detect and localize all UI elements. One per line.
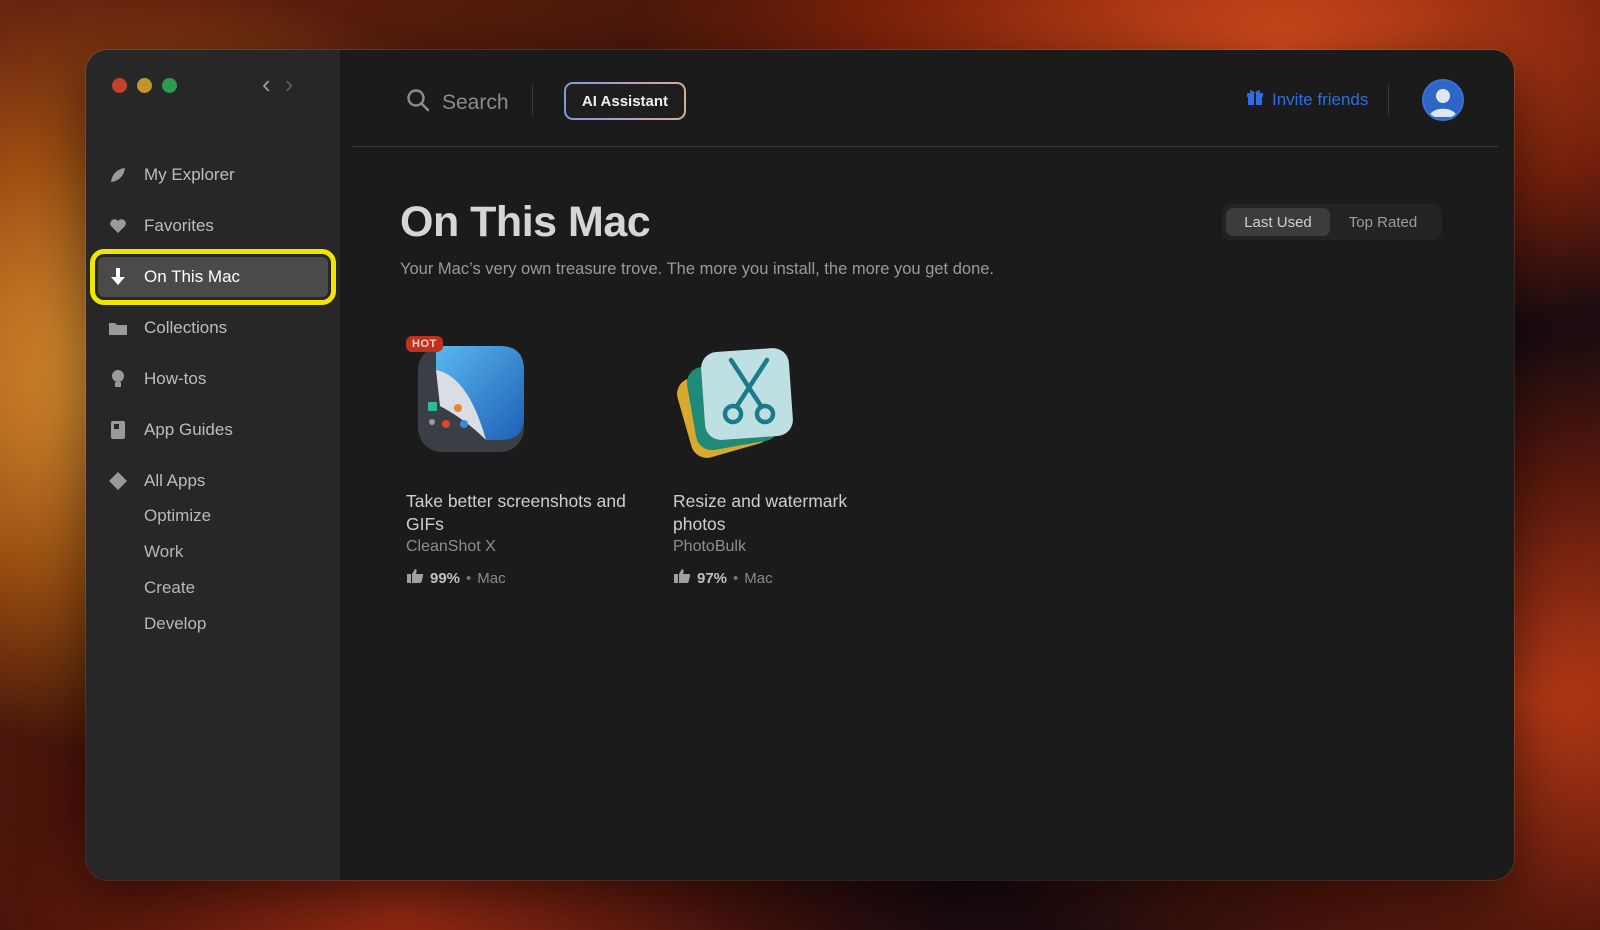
invite-friends-link[interactable]: Invite friends [1246, 88, 1368, 111]
app-card-title: Take better screenshots and GIFs [406, 491, 626, 534]
sidebar-item-all-apps[interactable]: All Apps [106, 461, 322, 501]
forward-arrow-icon[interactable]: › [285, 70, 294, 98]
ai-assistant-button[interactable]: AI Assistant [564, 82, 686, 120]
sort-segmented-control: Last Used Top Rated [1222, 204, 1442, 240]
gift-icon [1246, 88, 1264, 111]
app-card[interactable]: Resize and watermark photos PhotoBulk 97… [673, 336, 903, 587]
sidebar-item-label: My Explorer [144, 165, 235, 184]
app-card-platform: Mac [744, 569, 773, 587]
top-bar: Search AI Assistant Invite friends [352, 50, 1498, 147]
app-card-rating: 99% [430, 569, 461, 587]
app-card-name: PhotoBulk [673, 538, 746, 555]
app-card-bullet: • [733, 569, 739, 587]
app-card-meta: 97% • Mac [673, 568, 773, 588]
sidebar-item-label: How-tos [144, 369, 207, 388]
download-arrow-icon [106, 267, 130, 287]
divider [532, 85, 533, 115]
search-icon [406, 88, 430, 117]
close-window-button[interactable] [112, 78, 127, 93]
app-card-title: Resize and watermark photos [673, 491, 848, 534]
app-card-platform: Mac [477, 569, 506, 587]
sidebar-subitem-work[interactable]: Work [144, 542, 183, 562]
sidebar-subitem-create[interactable]: Create [144, 578, 195, 598]
sort-option-last-used[interactable]: Last Used [1226, 208, 1330, 236]
app-card-bullet: • [466, 569, 472, 587]
diamond-icon [106, 471, 130, 491]
sidebar-subitem-develop[interactable]: Develop [144, 614, 206, 634]
sidebar-subitem-optimize[interactable]: Optimize [144, 506, 211, 526]
back-arrow-icon[interactable]: ‹ [262, 70, 271, 98]
app-card[interactable]: HOT Take better screenshots and GIFs Cle [406, 336, 636, 587]
search-label: Search [442, 90, 509, 114]
navigation-arrows: ‹ › [262, 70, 293, 98]
avatar[interactable] [1422, 79, 1464, 121]
sidebar-item-app-guides[interactable]: App Guides [106, 410, 322, 450]
thumbs-up-icon [673, 568, 691, 588]
sidebar-item-label: Collections [144, 318, 228, 337]
photobulk-app-icon [673, 336, 803, 466]
leaf-icon [106, 166, 130, 184]
cleanshot-app-icon: HOT [406, 336, 536, 466]
sidebar: ‹ › My Explorer Favorites On This Mac Co… [86, 50, 340, 880]
main-content: Search AI Assistant Invite friends On Th… [340, 50, 1514, 880]
folder-icon [106, 320, 130, 336]
book-icon [106, 420, 130, 440]
sidebar-item-how-tos[interactable]: How-tos [106, 359, 322, 399]
app-card-rating: 97% [697, 569, 728, 587]
lightbulb-icon [106, 369, 130, 389]
sort-option-top-rated[interactable]: Top Rated [1330, 208, 1436, 236]
invite-label: Invite friends [1272, 89, 1369, 109]
sidebar-item-label: All Apps [144, 471, 206, 490]
sidebar-item-on-this-mac[interactable]: On This Mac [90, 249, 336, 305]
sidebar-item-label: App Guides [144, 420, 233, 439]
page-title: On This Mac [400, 198, 651, 246]
app-card-name: CleanShot X [406, 538, 496, 555]
hot-badge: HOT [406, 336, 443, 352]
minimize-window-button[interactable] [137, 78, 152, 93]
sidebar-item-collections[interactable]: Collections [106, 308, 322, 348]
sidebar-item-label: Favorites [144, 216, 214, 235]
app-window: ‹ › My Explorer Favorites On This Mac Co… [86, 50, 1514, 880]
sidebar-item-label: On This Mac [144, 267, 241, 286]
search-field[interactable]: Search [406, 88, 509, 117]
sidebar-item-my-explorer[interactable]: My Explorer [106, 155, 322, 195]
window-controls [112, 78, 177, 93]
divider [1388, 85, 1389, 115]
heart-icon [106, 218, 130, 234]
user-icon [1429, 89, 1457, 117]
app-card-meta: 99% • Mac [406, 568, 506, 588]
page-subtitle: Your Mac’s very own treasure trove. The … [400, 260, 994, 278]
sidebar-item-favorites[interactable]: Favorites [106, 206, 322, 246]
zoom-window-button[interactable] [162, 78, 177, 93]
thumbs-up-icon [406, 568, 424, 588]
